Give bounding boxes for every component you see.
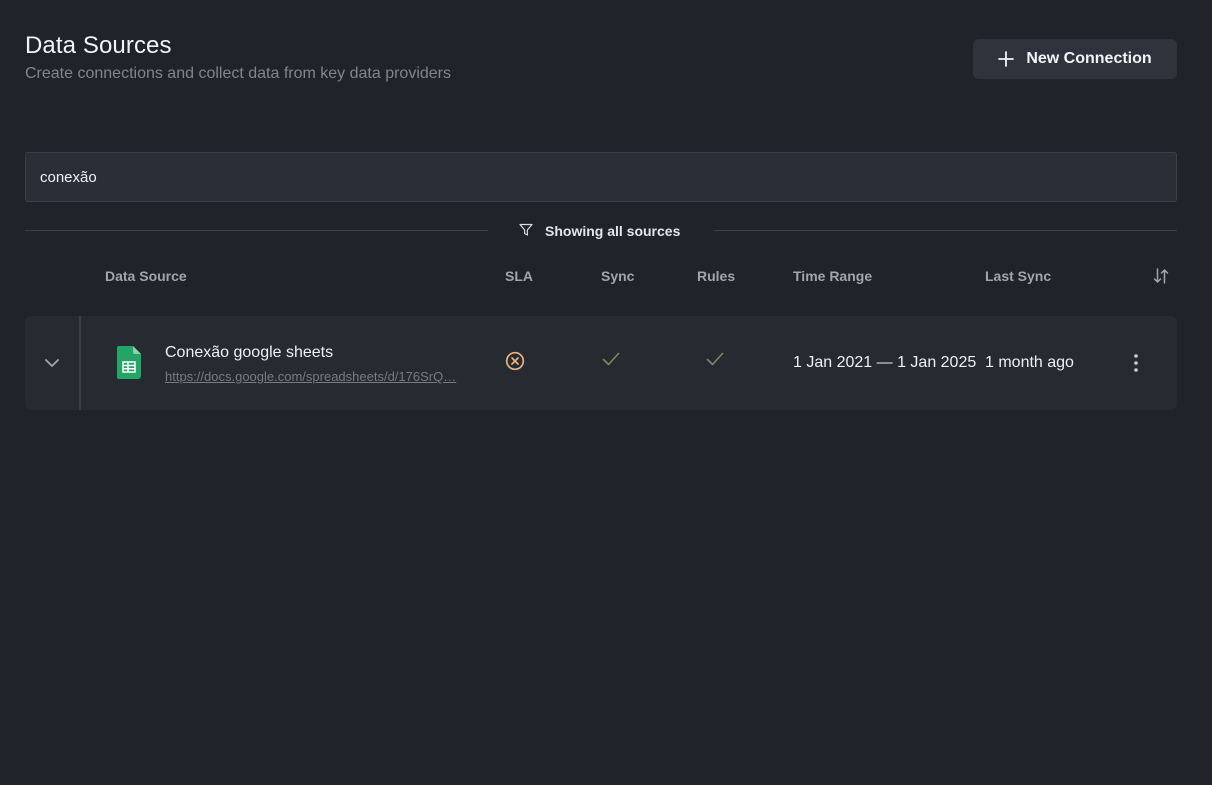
column-header-sync[interactable]: Sync [601,268,634,284]
chevron-down-icon[interactable] [41,353,63,378]
search-field[interactable] [25,152,1177,202]
filter-icon [519,223,533,240]
sort-arrows-icon[interactable] [1153,267,1169,290]
divider-right [714,230,1177,231]
more-vertical-icon[interactable] [1129,351,1143,380]
google-sheets-icon [117,346,141,384]
check-icon [602,351,620,372]
new-connection-label: New Connection [1026,50,1152,67]
column-header-rules[interactable]: Rules [697,268,735,284]
page-subtitle: Create connections and collect data from… [25,65,452,82]
last-sync: 1 month ago [985,354,1074,371]
filter-status-label: Showing all sources [545,223,681,239]
x-circle-icon [505,351,525,376]
column-header-last-sync[interactable]: Last Sync [985,268,1051,284]
time-range: 1 Jan 2021 — 1 Jan 2025 [793,354,977,371]
column-header-sla[interactable]: SLA [505,268,533,284]
new-connection-button[interactable]: New Connection [973,39,1177,79]
row-divider [79,316,81,410]
page-title: Data Sources [25,32,172,59]
divider-left [25,230,488,231]
source-link[interactable]: https://docs.google.com/spreadsheets/d/1… [165,369,460,384]
column-header-data-source[interactable]: Data Source [105,268,187,284]
column-header-time-range[interactable]: Time Range [793,268,872,284]
table-row[interactable]: Conexão google sheets https://docs.googl… [25,316,1177,410]
plus-icon [998,51,1015,67]
check-icon [706,351,724,372]
page-header: Data Sources Create connections and coll… [25,32,451,83]
source-name[interactable]: Conexão google sheets [165,344,333,362]
filter-status[interactable]: Showing all sources [519,222,680,240]
search-input[interactable] [38,167,1176,187]
